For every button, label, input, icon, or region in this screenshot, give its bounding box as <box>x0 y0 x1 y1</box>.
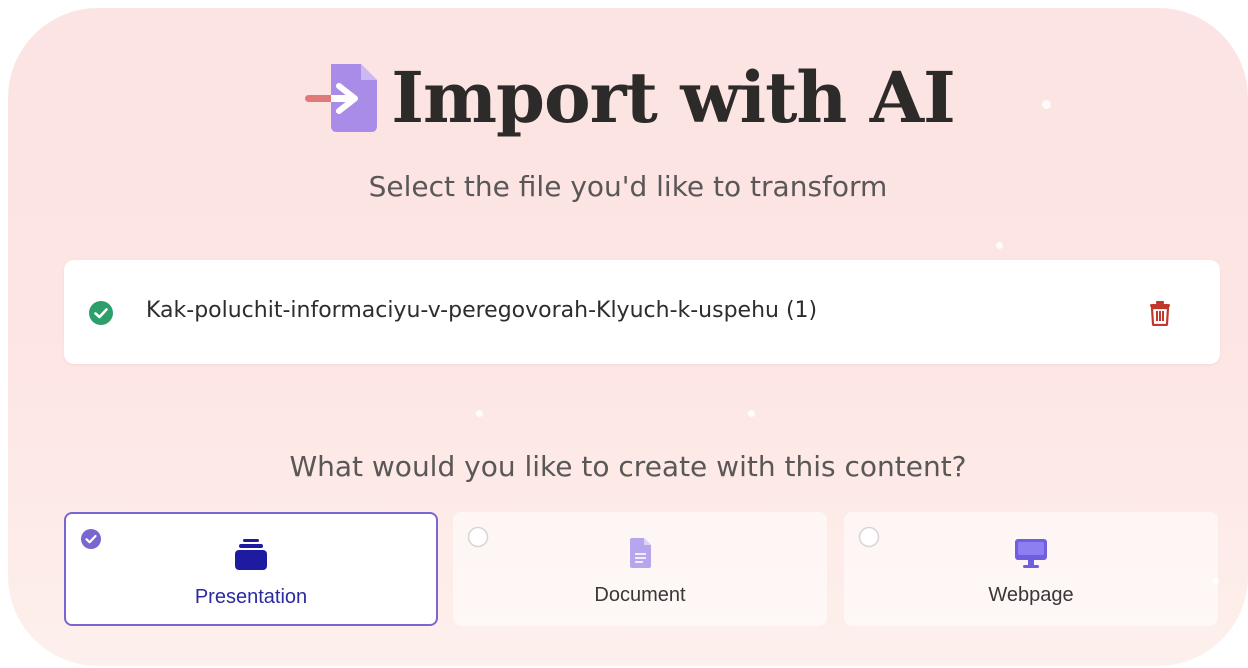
monitor-icon <box>1015 539 1047 568</box>
radio-unchecked-icon[interactable] <box>858 526 880 548</box>
radio-unchecked-icon[interactable] <box>467 526 489 548</box>
sparkle-dot <box>748 410 755 417</box>
presentation-icon <box>235 539 267 570</box>
page-title: Import with AI <box>391 56 956 139</box>
sparkle-dot <box>996 242 1003 249</box>
sparkle-dot <box>476 410 483 417</box>
file-name: Kak-poluchit-informaciyu-v-peregovorah-K… <box>146 298 818 323</box>
option-presentation[interactable]: Presentation <box>64 512 438 626</box>
option-webpage[interactable]: Webpage <box>844 512 1218 626</box>
option-label: Presentation <box>194 586 308 608</box>
selected-file-card: Kak-poluchit-informaciyu-v-peregovorah-K… <box>64 260 1220 364</box>
import-panel: Import with AI Select the file you'd lik… <box>8 8 1248 666</box>
output-question: What would you like to create with this … <box>289 450 967 483</box>
check-circle-icon <box>89 301 113 325</box>
option-label: Webpage <box>988 584 1074 606</box>
trash-icon <box>1150 301 1170 326</box>
document-icon <box>630 538 651 568</box>
header: Import with AI <box>8 56 1248 140</box>
radio-checked-icon[interactable] <box>80 528 102 550</box>
option-document[interactable]: Document <box>453 512 827 626</box>
delete-file-button[interactable] <box>1144 296 1176 330</box>
page-subtitle: Select the file you'd like to transform <box>368 170 888 203</box>
option-label: Document <box>594 584 686 606</box>
file-import-icon <box>305 64 378 132</box>
